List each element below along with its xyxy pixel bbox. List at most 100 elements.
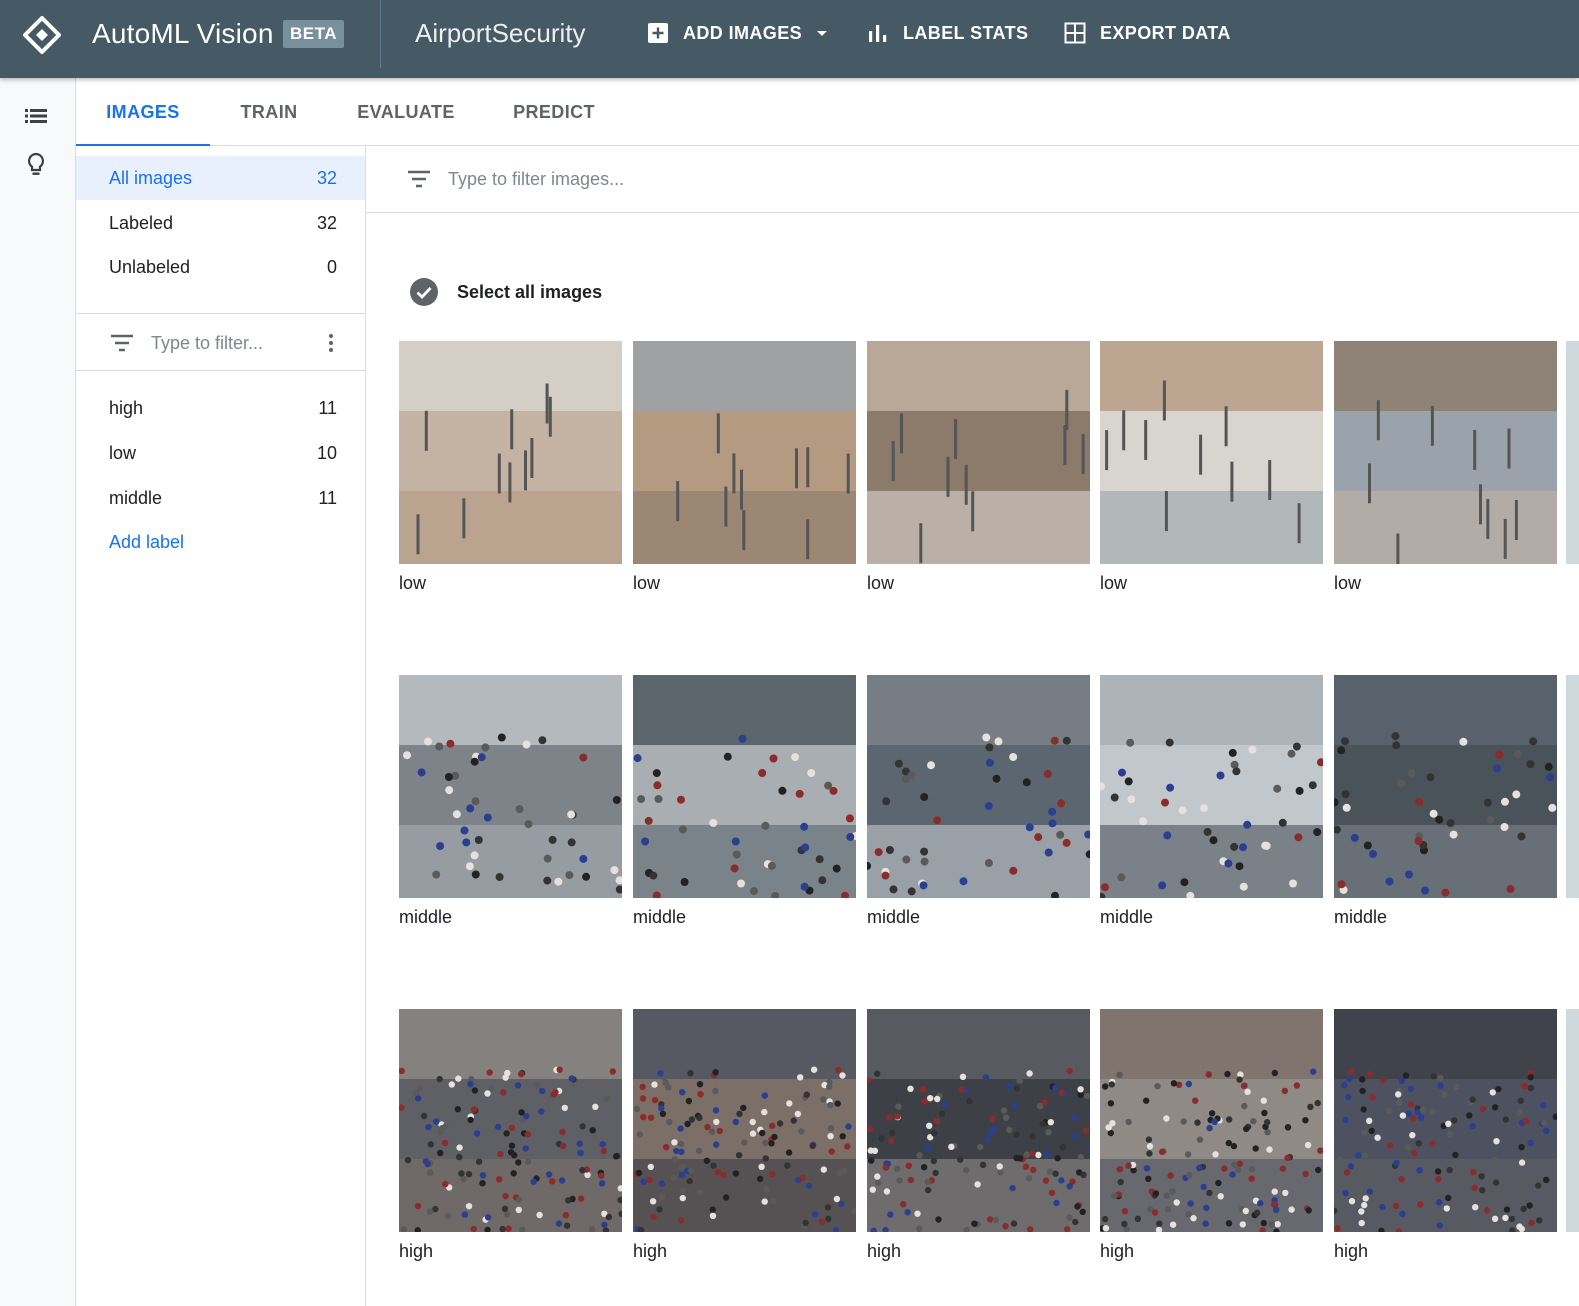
image-label: low [399, 573, 427, 593]
label-item-low[interactable]: low 10 [76, 431, 365, 475]
image-thumbnail [399, 675, 622, 898]
label-name: high [109, 397, 144, 418]
category-all-images[interactable]: All images 32 [76, 156, 365, 200]
image-card[interactable]: middle [1100, 675, 1323, 928]
label-stats-button[interactable]: LABEL STATS [866, 18, 1028, 48]
image-label: low [1334, 573, 1362, 593]
image-label: low [1100, 573, 1128, 593]
image-thumbnail [399, 1009, 622, 1232]
image-card[interactable]: high [867, 1009, 1090, 1262]
image-thumbnail [1334, 1009, 1557, 1232]
image-label: high [633, 1241, 668, 1261]
image-label: middle [399, 907, 453, 927]
image-thumbnail [867, 1009, 1090, 1232]
image-card[interactable]: low [399, 341, 622, 594]
image-card[interactable]: low [1334, 341, 1557, 594]
navigation-rail [0, 78, 76, 1306]
image-filter-input[interactable] [448, 168, 1048, 190]
image-label: low [633, 573, 661, 593]
image-card[interactable]: high [1100, 1009, 1323, 1262]
dataset-name: AirportSecurity [415, 18, 586, 48]
category-label: Labeled [109, 212, 174, 233]
bar-chart-icon [869, 25, 887, 42]
topbar-divider [380, 0, 381, 68]
label-name: middle [109, 487, 163, 508]
grid-icon [1064, 22, 1086, 44]
image-thumbnail [867, 341, 1090, 564]
category-count: 0 [326, 256, 337, 277]
image-thumbnail [1100, 1009, 1323, 1232]
image-card[interactable]: high [399, 1009, 622, 1262]
tab-images[interactable]: IMAGES [76, 78, 210, 147]
image-label: middle [1100, 907, 1154, 927]
image-thumbnail [1100, 341, 1323, 564]
automl-logo-icon[interactable] [22, 15, 62, 55]
image-label: high [867, 1241, 902, 1261]
image-thumbnail [1334, 341, 1557, 564]
image-thumbnail [399, 341, 622, 564]
tab-predict[interactable]: PREDICT [494, 78, 614, 146]
image-thumbnail [633, 341, 856, 564]
filter-list-icon [111, 334, 133, 352]
select-all-label: Select all images [457, 281, 603, 302]
export-data-button[interactable]: EXPORT DATA [1063, 18, 1231, 48]
app-title: AutoML Vision [92, 18, 274, 49]
divider [76, 313, 365, 314]
image-thumbnail [1334, 675, 1557, 898]
image-label: middle [1334, 907, 1388, 927]
label-filter-input[interactable] [151, 332, 311, 354]
image-card[interactable]: middle [633, 675, 856, 928]
image-label: high [1100, 1241, 1135, 1261]
add-box-icon [648, 23, 668, 43]
partial-image-thumbnail [1566, 1009, 1579, 1232]
tab-bar: IMAGES TRAIN EVALUATE PREDICT [76, 78, 1579, 147]
label-filter-bar [76, 316, 365, 370]
label-item-middle[interactable]: middle 11 [76, 476, 365, 520]
add-label-link[interactable]: Add label [109, 532, 184, 553]
tab-train[interactable]: TRAIN [210, 78, 328, 146]
label-count: 11 [318, 487, 337, 508]
category-label: All images [109, 167, 193, 188]
image-thumbnail [867, 675, 1090, 898]
image-label: middle [867, 907, 921, 927]
export-data-label: EXPORT DATA [1100, 22, 1231, 43]
image-label: high [399, 1241, 434, 1261]
arrow-drop-down-icon [817, 31, 828, 36]
add-images-button[interactable]: ADD IMAGES [646, 18, 834, 48]
label-stats-label: LABEL STATS [903, 22, 1029, 43]
label-count: 10 [316, 442, 337, 463]
image-card[interactable]: low [1100, 341, 1323, 594]
tab-evaluate[interactable]: EVALUATE [339, 78, 473, 146]
filter-list-icon [408, 170, 430, 188]
image-label: high [1334, 1241, 1369, 1261]
image-card[interactable]: middle [399, 675, 622, 928]
partial-image-thumbnail [1566, 341, 1579, 564]
image-card[interactable]: high [1334, 1009, 1557, 1262]
more-vert-icon[interactable] [319, 331, 343, 355]
image-label: low [867, 573, 895, 593]
image-thumbnail [1100, 675, 1323, 898]
category-count: 32 [316, 212, 337, 233]
image-thumbnail [633, 1009, 856, 1232]
list-icon[interactable] [22, 102, 50, 130]
label-name: low [109, 442, 137, 463]
image-thumbnail [633, 675, 856, 898]
category-label: Unlabeled [109, 256, 191, 277]
category-unlabeled[interactable]: Unlabeled 0 [76, 245, 365, 289]
category-labeled[interactable]: Labeled 32 [76, 201, 365, 245]
image-label: middle [633, 907, 687, 927]
lightbulb-icon[interactable] [22, 151, 50, 179]
app-bar: AutoML Vision BETA AirportSecurity ADD I… [0, 0, 1579, 78]
image-card[interactable]: low [867, 341, 1090, 594]
image-card[interactable]: low [633, 341, 856, 594]
add-images-label: ADD IMAGES [683, 22, 803, 43]
select-all-images[interactable]: Select all images [409, 277, 602, 307]
label-item-high[interactable]: high 11 [76, 386, 365, 430]
divider [76, 370, 365, 371]
check-circle-icon [410, 278, 438, 306]
image-card[interactable]: middle [1334, 675, 1557, 928]
image-card[interactable]: middle [867, 675, 1090, 928]
image-card[interactable]: high [633, 1009, 856, 1262]
beta-badge: BETA [283, 20, 345, 48]
category-count: 32 [316, 167, 337, 188]
